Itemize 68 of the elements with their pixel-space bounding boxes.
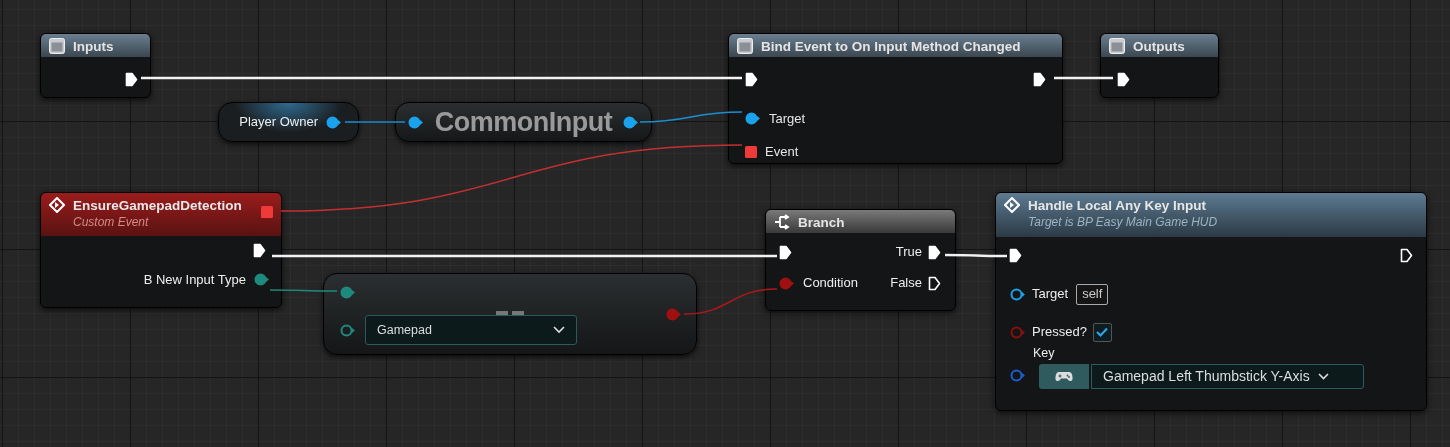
cast-label: CommonInput	[434, 105, 613, 139]
pin-label: False	[890, 274, 922, 293]
node-card[interactable]: Handle Local Any Key Input Target is BP Easy Main Game HUD Target self Pressed? Key Gamepad Left Thumbstick Y-Axis	[995, 192, 1427, 411]
exec-pin-icon[interactable]	[928, 244, 941, 260]
event-icon	[49, 197, 65, 213]
exec-pin-icon[interactable]	[1117, 72, 1130, 87]
chevron-down-icon	[553, 326, 565, 334]
key-dropdown[interactable]: Gamepad Left Thumbstick Y-Axis	[1091, 364, 1364, 389]
enum-pin-icon[interactable]	[340, 324, 356, 337]
event-icon	[1004, 197, 1020, 213]
pin-label: Event	[765, 142, 799, 161]
variable-label: Player Owner	[239, 113, 318, 132]
pin-label: Condition	[803, 274, 858, 293]
node-card[interactable]: Branch True Condition False	[765, 209, 956, 311]
pin-label: Key	[1033, 346, 1055, 361]
exec-pin-icon[interactable]	[253, 243, 266, 258]
equals-icon	[496, 311, 524, 316]
exec-pin-icon[interactable]	[928, 275, 941, 291]
variable-node[interactable]: Player Owner	[218, 102, 359, 142]
object-pin-icon[interactable]	[408, 115, 424, 129]
function-icon	[1109, 38, 1125, 54]
node-subtitle: Custom Event	[73, 214, 150, 230]
exec-pin-icon[interactable]	[1009, 248, 1022, 263]
node-title: Outputs	[1133, 38, 1185, 55]
gamepad-icon	[1055, 371, 1073, 382]
node-card[interactable]: Inputs	[40, 33, 151, 98]
wire	[344, 121, 406, 123]
enum-pin-icon[interactable]	[340, 286, 356, 299]
function-icon	[49, 38, 65, 54]
text-field[interactable]: self	[1076, 283, 1109, 305]
exec-pin-icon[interactable]	[125, 72, 138, 87]
enum-dropdown[interactable]: Gamepad	[365, 315, 577, 345]
checkbox[interactable]	[1092, 322, 1112, 342]
node-title: Handle Local Any Key Input	[1028, 197, 1208, 214]
compare-node[interactable]: Gamepad	[323, 273, 697, 355]
key-select-button[interactable]	[1039, 364, 1089, 389]
node-title: Branch	[798, 214, 845, 231]
object-pin-icon[interactable]	[326, 115, 342, 129]
pin-label: Target	[769, 109, 806, 128]
exec-pin-icon[interactable]	[745, 72, 758, 87]
chevron-down-icon	[1317, 373, 1329, 380]
node-card[interactable]: Outputs	[1100, 33, 1219, 98]
exec-pin-icon[interactable]	[779, 244, 792, 260]
node-title: EnsureGamepadDetection	[73, 197, 242, 214]
node-title: Inputs	[73, 38, 114, 55]
node-title: Bind Event to On Input Method Changed	[761, 38, 1021, 55]
struct-pin-icon[interactable]	[1010, 369, 1026, 382]
cast-node[interactable]: CommonInput	[395, 102, 652, 142]
pin-label: Target	[1032, 285, 1069, 304]
node-subtitle: Target is BP Easy Main Game HUD	[1028, 214, 1218, 230]
node-card[interactable]: EnsureGamepadDetection Custom Event B New Input Type	[40, 192, 282, 308]
wire	[1054, 76, 1113, 80]
pin-label: B New Input Type	[143, 271, 246, 289]
object-pin-icon[interactable]	[623, 115, 639, 129]
delegate-pin-icon[interactable]	[745, 145, 757, 158]
object-pin-icon[interactable]	[1010, 287, 1026, 301]
exec-pin-icon[interactable]	[1033, 72, 1046, 87]
node-card[interactable]: Bind Event to On Input Method Changed Target Event	[728, 33, 1063, 164]
wire	[269, 289, 338, 292]
exec-pin-icon[interactable]	[1400, 248, 1413, 263]
branch-icon	[774, 214, 790, 230]
wire	[945, 253, 1007, 258]
check-icon	[1096, 327, 1109, 337]
pin-label: Pressed?	[1032, 323, 1087, 342]
object-pin-icon[interactable]	[745, 112, 761, 125]
enum-pin-icon[interactable]	[254, 273, 270, 287]
function-icon	[737, 38, 753, 54]
pin-label: True	[895, 243, 922, 262]
